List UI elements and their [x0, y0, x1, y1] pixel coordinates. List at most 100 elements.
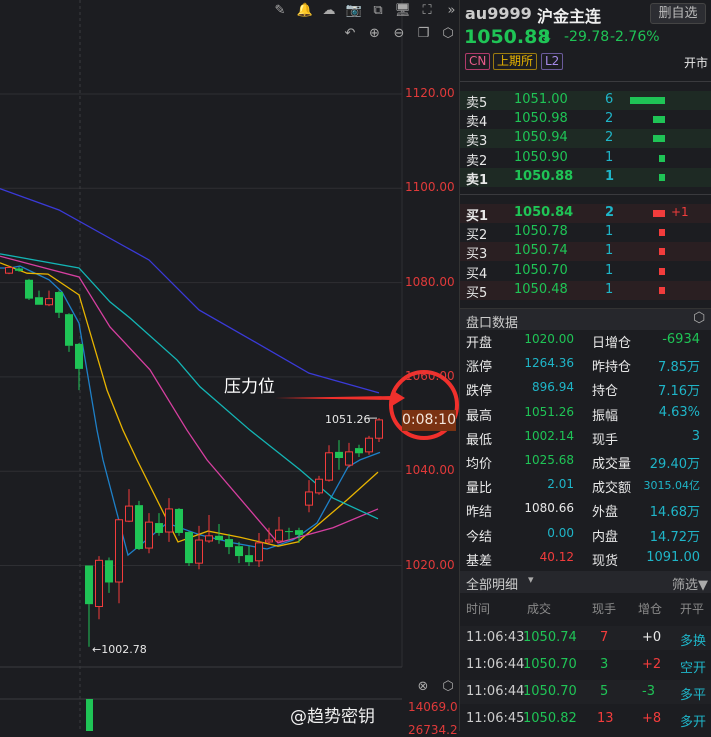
level-label: 卖4	[466, 115, 488, 131]
bid-row[interactable]: 买4 1050.70 1	[460, 262, 711, 282]
trade-volume: 5	[600, 684, 609, 699]
bid-row[interactable]: 买5 1050.48 1	[460, 280, 711, 301]
axis-label: 1080.00	[405, 274, 455, 289]
stat-row: 昨结 1080.66 外盘 14.68万	[460, 500, 711, 521]
trades-header: 全部明细 ▾ 筛选▼	[460, 571, 711, 593]
candle-up	[115, 519, 123, 583]
trade-oi-change: +2	[642, 657, 662, 672]
level-label: 卖3	[466, 134, 488, 150]
trade-price: 1050.70	[523, 684, 577, 699]
level-volume: 1	[605, 149, 614, 165]
trade-type: 空开	[680, 661, 707, 676]
ask-row[interactable]: 卖2 1050.90 1	[460, 149, 711, 169]
trades-title[interactable]: 全部明细	[466, 574, 518, 593]
stat-label: 成交额	[592, 481, 632, 497]
bell-icon[interactable]: 🔔	[297, 3, 313, 19]
level-volume: 1	[605, 243, 614, 259]
candle-up	[375, 419, 383, 439]
stat-label: 最低	[466, 432, 493, 448]
ask-row[interactable]: 卖4 1050.98 2	[460, 110, 711, 131]
ask-row[interactable]: 卖1 1050.88 1	[460, 167, 711, 188]
countdown-timer: 0:08:10	[402, 410, 456, 431]
collapse-icon[interactable]: »	[444, 3, 460, 19]
stat-value: 1080.66	[524, 501, 574, 516]
volume-bar	[653, 210, 665, 217]
level-volume: 1	[605, 168, 615, 184]
pane-settings-icon[interactable]: ⬡	[440, 679, 456, 695]
bid-row[interactable]: 买1 1050.84 2 +1	[460, 204, 711, 224]
dropdown-caret-icon[interactable]: ▾	[528, 573, 534, 586]
layout-icon[interactable]: ❐	[416, 26, 432, 42]
filter-button[interactable]: 筛选▼	[672, 574, 708, 593]
stat-value: 2.01	[547, 477, 574, 492]
stat-value: 7.85万	[658, 360, 700, 376]
kline-chart[interactable]	[0, 0, 459, 731]
trade-type: 多开	[680, 715, 707, 730]
column-header: 时间	[466, 602, 491, 616]
ask-row[interactable]: 卖3 1050.94 2	[460, 129, 711, 150]
level-label: 卖5	[466, 96, 488, 111]
axis-label: 1100.00	[405, 180, 455, 195]
settings-icon[interactable]: ⬡	[693, 310, 705, 326]
candle-up	[365, 437, 373, 453]
stat-value: 896.94	[532, 380, 574, 395]
copy-icon[interactable]: ⧉	[370, 3, 386, 19]
filter-label: 筛选	[672, 578, 699, 593]
candle-up	[5, 267, 13, 274]
candle-down	[75, 343, 83, 369]
level-volume: 1	[605, 281, 614, 297]
trade-row: 11:06:44 1050.70 3 +2 空开	[460, 653, 711, 677]
level-price: 1050.90	[514, 149, 568, 165]
stat-value: 14.68万	[649, 505, 700, 521]
trade-price: 1050.74	[523, 630, 577, 645]
column-header: 现手	[592, 602, 617, 616]
candle-up	[345, 451, 353, 466]
level-volume: 6	[605, 92, 614, 107]
volume-label-1: 14069.0	[408, 700, 458, 714]
volume-bar	[86, 699, 93, 731]
camera-icon[interactable]: 📷	[346, 3, 362, 19]
stat-value: 3	[691, 428, 700, 444]
candle-up	[95, 559, 103, 608]
bid-row[interactable]: 买2 1050.78 1	[460, 223, 711, 243]
bid-row[interactable]: 买3 1050.74 1	[460, 242, 711, 262]
candle-down	[55, 292, 63, 313]
volume-bar	[659, 154, 665, 162]
level-price: 1050.78	[514, 224, 568, 240]
stat-value: 3015.04亿	[643, 479, 701, 493]
stat-value: 14.72万	[649, 529, 700, 545]
zoom-in-icon[interactable]: ⊕	[367, 26, 383, 42]
remove-watchlist-button[interactable]: 删自选	[650, 3, 706, 24]
stats-title: 盘口数据	[466, 316, 519, 331]
level-label: 买4	[466, 266, 488, 282]
stat-label: 内盘	[592, 529, 619, 545]
candle-down	[355, 448, 363, 454]
low-label: ←1002.78	[92, 643, 147, 656]
fullscreen-icon[interactable]: ⛶	[419, 3, 435, 19]
stat-label: 昨持仓	[592, 360, 632, 376]
level-volume: 2	[605, 111, 614, 127]
level-price: 1050.98	[514, 111, 568, 127]
close-pane-icon[interactable]: ⊗	[415, 679, 431, 695]
pencil-icon[interactable]: ✎	[272, 3, 288, 19]
stat-label: 现手	[592, 432, 619, 448]
stat-label: 基差	[466, 553, 493, 569]
level-label: 卖1	[466, 172, 489, 188]
stat-label: 日增仓	[592, 336, 632, 351]
market-status: 开市	[684, 56, 709, 70]
cloud-icon[interactable]: ☁	[321, 3, 337, 19]
undo-icon[interactable]: ↶	[342, 26, 358, 42]
ask-row[interactable]: 卖5 1051.00 6	[460, 91, 711, 111]
level-volume: 2	[605, 130, 614, 146]
stat-row: 最低 1002.14 现手 3	[460, 428, 711, 448]
trade-oi-change: +8	[642, 711, 662, 726]
volume-bar	[659, 173, 665, 181]
zoom-out-icon[interactable]: ⊖	[391, 26, 407, 42]
stat-value: 0.00	[547, 525, 574, 540]
monitor-icon[interactable]: 🖥	[395, 3, 412, 19]
settings-icon[interactable]: ⬡	[440, 26, 456, 42]
column-header: 开平	[680, 602, 705, 616]
candle-up	[45, 298, 53, 306]
trade-row: 11:06:44 1050.70 5 -3 多平	[460, 680, 711, 704]
stat-value: -6934	[662, 332, 700, 347]
